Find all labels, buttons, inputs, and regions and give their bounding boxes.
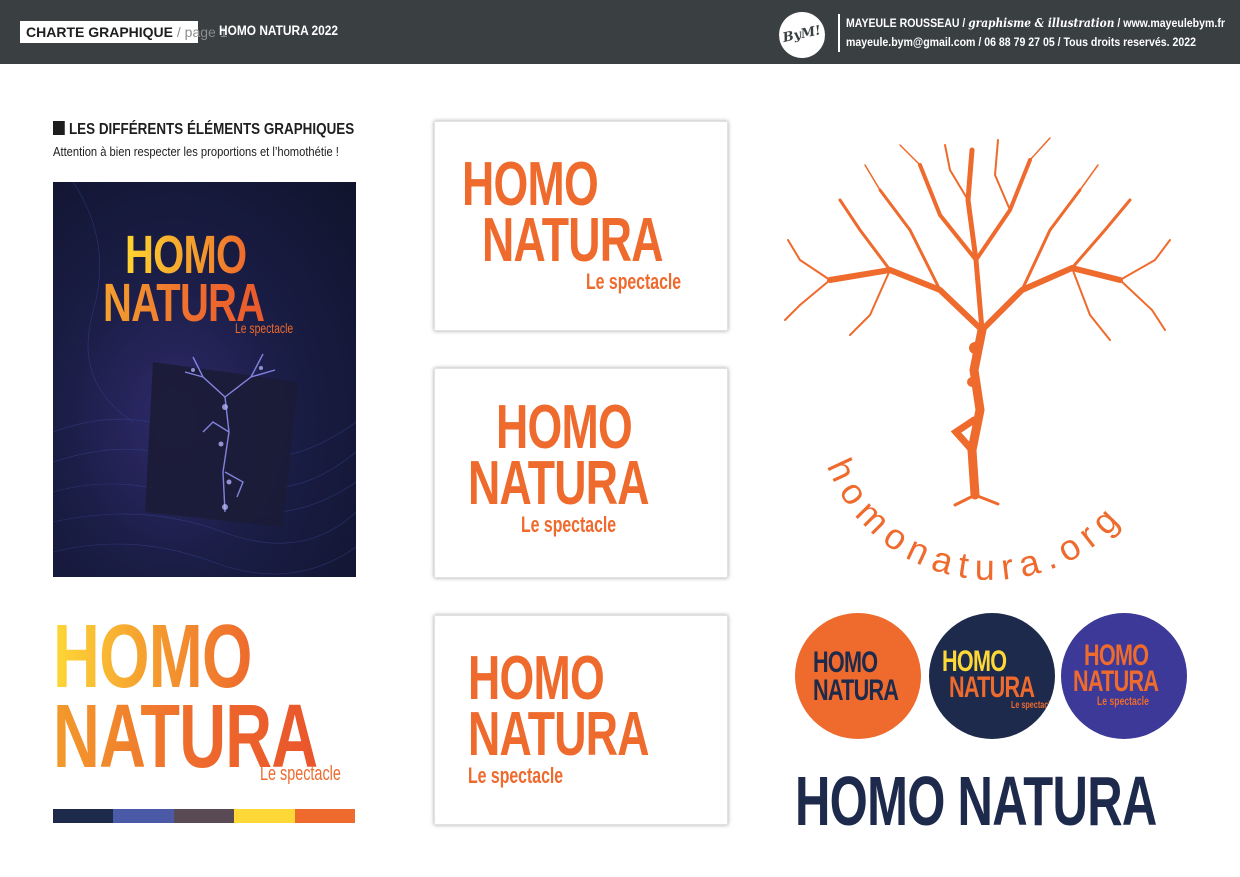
document-title: HOMO NATURA 2022 bbox=[219, 22, 339, 38]
wordmark: HOMO NATURA bbox=[795, 762, 1157, 840]
logo-card-right-aligned: HOMO NATURA Le spectacle bbox=[434, 121, 728, 331]
section-title-text: LES DIFFÉRENTS ÉLÉMENTS GRAPHIQUES bbox=[68, 121, 355, 138]
card-3-natura: NATURA bbox=[468, 700, 650, 769]
card-3-tagline: Le spectacle bbox=[468, 763, 564, 788]
card-1-tagline: Le spectacle bbox=[586, 269, 682, 294]
credit-contact: mayeule.bym@gmail.com / 06 88 79 27 05 /… bbox=[846, 35, 1196, 49]
poster-tagline: Le spectacle bbox=[235, 320, 294, 336]
badge-3-natura: NATURA bbox=[1073, 665, 1159, 698]
square-bullet-icon bbox=[53, 121, 65, 135]
color-palette bbox=[53, 809, 356, 823]
badge-indigo: HOMO NATURA Le spectacle bbox=[1061, 613, 1187, 739]
badge-1-natura: NATURA bbox=[813, 674, 899, 707]
logo-card-centered: HOMO NATURA Le spectacle bbox=[434, 368, 728, 578]
swatch-yellow bbox=[234, 809, 295, 823]
doc-label: CHARTE GRAPHIQUE bbox=[26, 24, 174, 40]
swatch-orange bbox=[294, 809, 356, 823]
credit-role: graphisme & illustration bbox=[968, 16, 1115, 30]
credit-site: / www.mayeulebym.fr bbox=[1117, 16, 1225, 30]
tree-figure-icon bbox=[784, 137, 1171, 507]
gradient-logo-tagline: Le spectacle bbox=[260, 763, 341, 785]
swatch-taupe bbox=[173, 809, 235, 823]
section-title: LES DIFFÉRENTS ÉLÉMENTS GRAPHIQUES bbox=[53, 121, 354, 139]
tree-emblem: homonatura.org bbox=[784, 137, 1171, 580]
header-bar: CHARTE GRAPHIQUE / page 1 HOMO NATURA 20… bbox=[0, 0, 1240, 64]
studio-logo: ByM! bbox=[774, 7, 830, 63]
badge-3-tagline: Le spectacle bbox=[1097, 694, 1149, 708]
badge-2-natura: NATURA bbox=[949, 671, 1035, 704]
designer-credit: MAYEULE ROUSSEAU / graphisme & illustrat… bbox=[838, 14, 1240, 52]
swatch-periwinkle bbox=[113, 809, 174, 823]
swatch-navy bbox=[53, 809, 114, 823]
card-2-natura: NATURA bbox=[468, 449, 650, 518]
credit-name: MAYEULE ROUSSEAU / bbox=[846, 16, 966, 30]
page-tag: CHARTE GRAPHIQUE / page 1 bbox=[20, 21, 228, 43]
section-subtitle: Attention à bien respecter les proportio… bbox=[53, 144, 339, 159]
card-2-tagline: Le spectacle bbox=[521, 512, 617, 537]
logo-card-left-aligned: HOMO NATURA Le spectacle bbox=[434, 615, 728, 825]
card-1-natura: NATURA bbox=[482, 206, 664, 275]
badge-navy: HOMO NATURA Le spectacle bbox=[929, 613, 1055, 739]
poster: HOMO NATURA Le spectacle bbox=[53, 182, 356, 577]
badge-2-tagline: Le spectacle bbox=[1011, 700, 1055, 711]
badge-orange: HOMO NATURA bbox=[795, 613, 921, 739]
